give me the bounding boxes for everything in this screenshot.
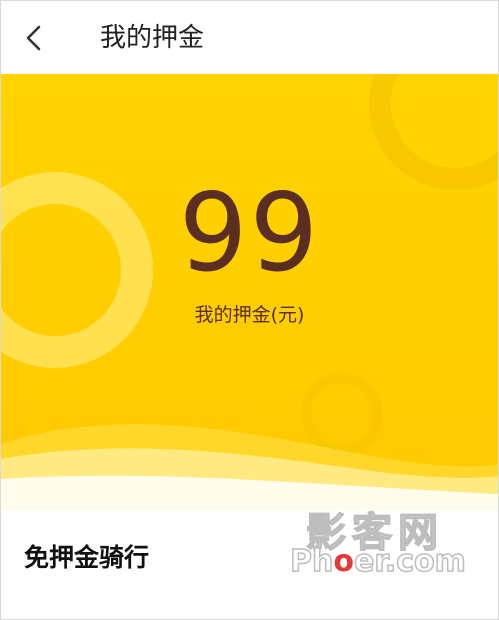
deposit-amount: 99 (178, 171, 321, 296)
chevron-left-icon (26, 25, 41, 51)
page-title: 我的押金 (100, 23, 205, 53)
watermark-en-suffix: er.com (353, 543, 466, 580)
deposit-free-riding-title: 免押金骑行 (24, 543, 150, 572)
back-button[interactable] (14, 18, 54, 58)
deposit-hero-card: 99 我的押金(元) (0, 74, 499, 510)
watermark-en-text: Phoer.com (289, 543, 466, 580)
watermark-en-prefix: Ph (289, 543, 334, 580)
deposit-amount-label: 我的押金(元) (194, 304, 305, 326)
watermark-logo: 影客网 Phoer.com (289, 500, 470, 590)
watermark-en-dot: o (333, 544, 354, 579)
top-bar: 我的押金 (0, 0, 499, 74)
